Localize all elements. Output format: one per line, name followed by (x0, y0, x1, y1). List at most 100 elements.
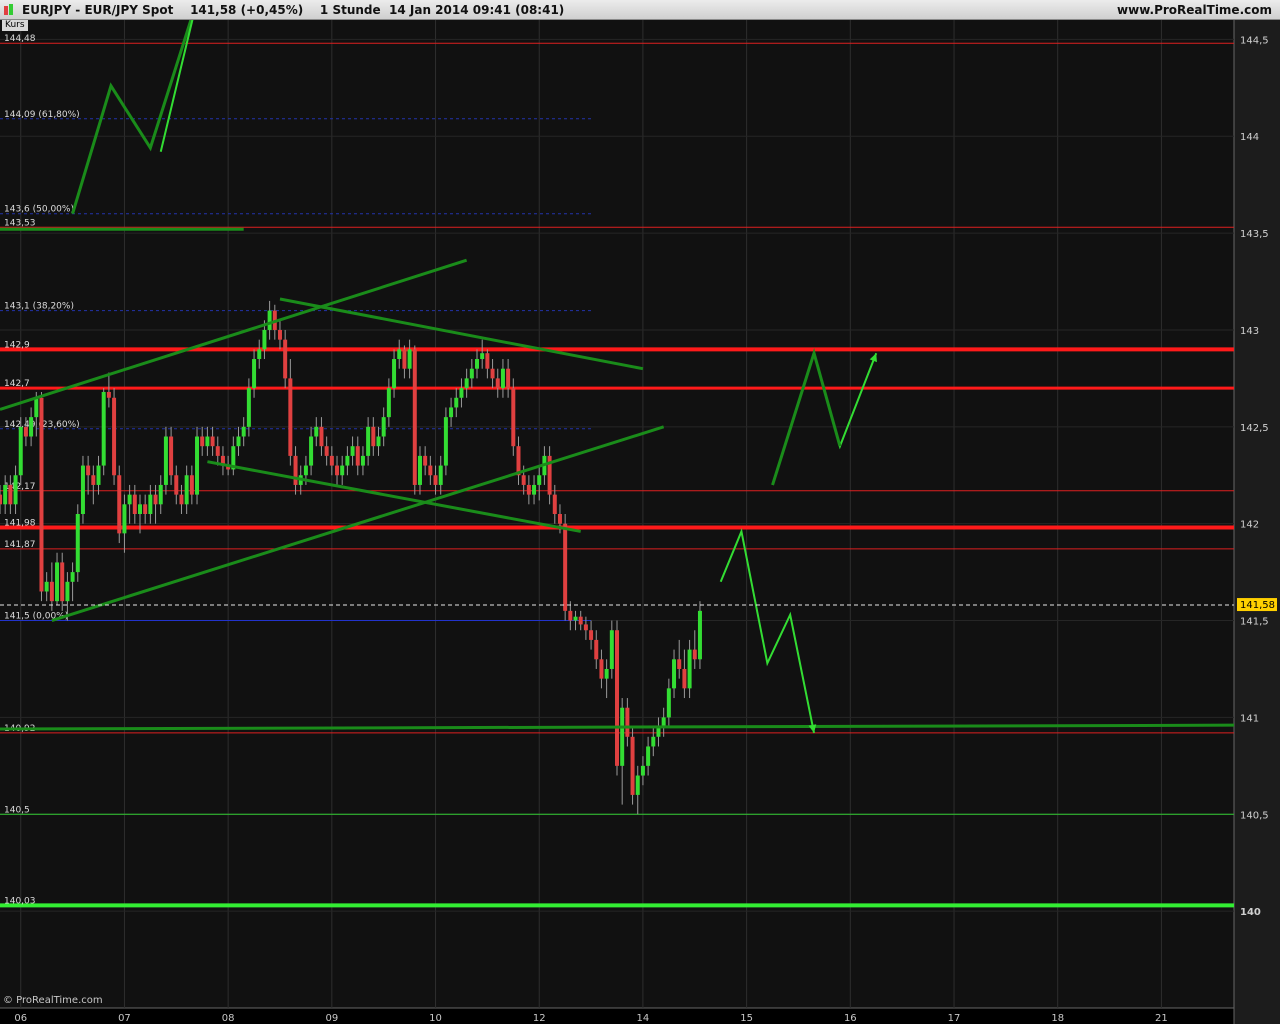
candle-body (169, 436, 174, 476)
candle-body (485, 353, 490, 369)
candle-body (687, 649, 692, 689)
candle-body (277, 329, 282, 340)
candle-body (677, 659, 682, 669)
candle-body (329, 455, 334, 466)
candle-body (117, 475, 122, 534)
candle-body (127, 494, 132, 505)
candle-body (537, 475, 542, 485)
candle-body (392, 359, 397, 389)
candle-body (303, 465, 308, 476)
time-axis-labels: 06 07 08 09 10 12 14 15 16 17 18 21 (14, 1013, 1167, 1024)
price-tick-label: 142,5 (1240, 423, 1269, 434)
time-tick-label: 06 (14, 1013, 27, 1024)
candle-body (112, 397, 117, 476)
candle-body (246, 388, 251, 427)
chart-app-icon (4, 4, 14, 15)
time-tick-label: 10 (429, 1013, 442, 1024)
level-label: 143,6 (50,00%) (4, 205, 74, 215)
candle-body (449, 407, 454, 418)
price-tick-label: 143,5 (1240, 229, 1269, 240)
candle-body (143, 504, 148, 514)
candle-body (148, 494, 153, 514)
candle-body (480, 353, 485, 360)
candle-body (132, 494, 137, 514)
candle-body (75, 514, 80, 573)
candle-body (568, 610, 573, 621)
candle-body (381, 417, 386, 437)
candle-body (324, 446, 329, 456)
candle-body (646, 746, 651, 766)
time-tick-label: 12 (533, 1013, 546, 1024)
level-label: 142,9 (4, 340, 30, 350)
candle-body (184, 475, 189, 505)
level-label: 141,87 (4, 540, 36, 550)
time-tick-label: 18 (1051, 1013, 1064, 1024)
candle-body (158, 484, 163, 505)
candle-body (189, 475, 194, 495)
candle-body (18, 426, 23, 476)
candle-body (288, 378, 293, 456)
candle-body (236, 436, 241, 447)
candle-body (60, 562, 65, 602)
candle-body (293, 455, 298, 485)
candle-body (366, 426, 371, 456)
price-tick-label: 142 (1240, 520, 1259, 531)
candle-body (340, 465, 345, 476)
candle-body (666, 688, 671, 718)
time-tick-label: 09 (325, 1013, 338, 1024)
candle-body (609, 630, 614, 669)
site-link[interactable]: www.ProRealTime.com (1117, 3, 1272, 17)
candle-body (314, 426, 319, 437)
candle-body (91, 475, 96, 485)
candle-body (65, 581, 70, 602)
candle-body (397, 349, 402, 360)
candle-body (55, 562, 60, 602)
candle-body (360, 455, 365, 466)
candle-body (563, 523, 568, 611)
candle-body (345, 455, 350, 466)
candle-body (371, 426, 376, 447)
level-label: 144,09 (61,80%) (4, 110, 80, 120)
candle-body (267, 310, 272, 330)
price-tick-label: 140,5 (1240, 810, 1269, 821)
candle-body (526, 484, 531, 495)
candle-body (137, 504, 142, 514)
candle-body (13, 475, 18, 505)
candle-body (417, 455, 422, 485)
candle-body (604, 668, 609, 679)
candle-body (39, 397, 44, 592)
price-tick-label: 143 (1240, 326, 1259, 337)
candle-body (23, 426, 28, 437)
candle-body (506, 368, 511, 389)
candle-body (511, 388, 516, 447)
candle-body (469, 368, 474, 379)
candle-body (195, 436, 200, 495)
candle-body (651, 736, 656, 747)
candle-body (454, 397, 459, 408)
candle-body (29, 417, 34, 437)
candle-body (630, 736, 635, 795)
level-label: 143,1 (38,20%) (4, 302, 74, 312)
level-label: 141,98 (4, 519, 36, 529)
time-tick-label: 07 (118, 1013, 131, 1024)
panel-label: Kurs (2, 20, 28, 31)
candle-body (319, 426, 324, 447)
candle-body (589, 630, 594, 640)
candle-body (200, 436, 205, 447)
candle-body (443, 417, 448, 466)
candle-body (252, 359, 257, 389)
candle-body (122, 504, 127, 534)
candle-body (692, 649, 697, 660)
price-chart[interactable]: 144,48 144,09 (61,80%) 143,6 (50,00%) 143,5… (0, 20, 1280, 1024)
last-price-label: 141,58 (1240, 600, 1275, 611)
candle-body (179, 494, 184, 505)
candle-body (464, 378, 469, 389)
level-label: 140,03 (4, 896, 36, 906)
candle-body (350, 446, 355, 456)
candle-body (412, 349, 417, 485)
candle-body (682, 668, 687, 689)
candle-body (620, 707, 625, 766)
candle-body (106, 391, 111, 398)
price-tick-label: 141 (1240, 713, 1259, 724)
time-tick-label: 08 (222, 1013, 235, 1024)
